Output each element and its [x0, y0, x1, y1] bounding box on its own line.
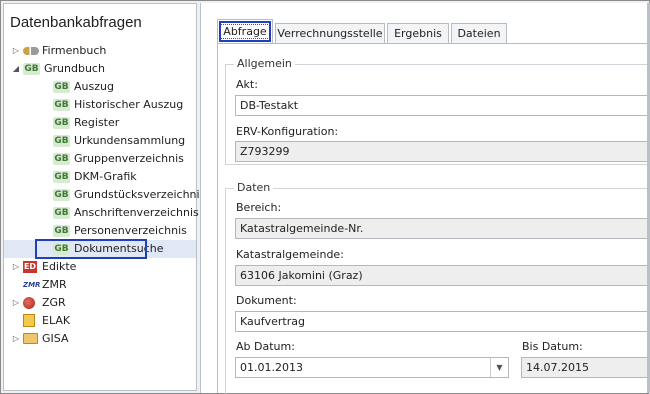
tree-item-label: Grundbuch — [44, 62, 105, 75]
expand-arrow-icon[interactable]: ▷ — [11, 42, 21, 60]
tree-item-label: Historischer Auszug — [74, 98, 184, 111]
dokument-label: Dokument: — [236, 294, 297, 307]
erv-label: ERV-Konfiguration: — [236, 125, 339, 138]
katastralgemeinde-label: Katastralgemeinde: — [236, 248, 344, 261]
gb-icon: GB — [53, 81, 70, 93]
expand-arrow-icon[interactable]: ▷ — [11, 330, 21, 348]
tree-item-label: ELAK — [42, 314, 71, 327]
ab-datum-value: 01.01.2013 — [240, 361, 303, 374]
tree-item-elak[interactable]: ELAK — [4, 312, 196, 330]
navigation-panel: Datenbankabfragen ▷ Firmenbuch ◢ GB Grundbuc… — [3, 3, 205, 391]
tab-label: Verrechnungsstelle — [277, 27, 383, 40]
tree-item-grundstücksverzeichnis[interactable]: GB Grundstücksverzeichnis — [4, 186, 205, 204]
group-legend: Allgemein — [234, 57, 295, 70]
katastralgemeinde-field[interactable]: 63106 Jakomini (Graz) — [235, 265, 650, 286]
tree-item-label: GISA — [42, 332, 69, 345]
gb-icon: GB — [53, 117, 70, 129]
tree-item-label: Personenverzeichnis — [74, 224, 187, 237]
tree-item-urkundensammlung[interactable]: GB Urkundensammlung — [4, 132, 196, 150]
tab-content: Allgemein Akt: DB-Testakt ERV-Konfigurat… — [217, 43, 650, 394]
tab-dateien[interactable]: Dateien — [451, 23, 507, 44]
tab-label: Dateien — [457, 27, 501, 40]
tree-item-zgr[interactable]: ▷ ZGR — [4, 294, 196, 312]
tab-ergebnis[interactable]: Ergebnis — [387, 23, 449, 44]
tree-item-dkm-grafik[interactable]: GB DKM-Grafik — [4, 168, 196, 186]
expand-arrow-icon[interactable]: ▷ — [11, 258, 21, 276]
tree-item-label: Register — [74, 116, 120, 129]
tree-item-zmr[interactable]: ZMR ZMR — [4, 276, 196, 294]
zgr-icon — [23, 297, 35, 309]
folder-icon — [23, 333, 38, 344]
query-panel: Abfrage Verrechnungsstelle Ergebnis Date… — [200, 3, 650, 394]
tab-label: Ergebnis — [394, 27, 442, 40]
group-legend: Daten — [234, 181, 274, 194]
tab-abfrage[interactable]: Abfrage — [217, 19, 273, 44]
gb-icon: GB — [53, 135, 70, 147]
tree-item-gruppenverzeichnis[interactable]: GB Gruppenverzeichnis — [4, 150, 196, 168]
tree-item-label: Auszug — [74, 80, 114, 93]
gb-icon: GB — [53, 207, 70, 219]
tab-verrechnungsstelle[interactable]: Verrechnungsstelle — [275, 23, 385, 44]
navigation-tree: ▷ Firmenbuch ◢ GB Grundbuch GB Auszug GB Histori… — [4, 42, 205, 348]
tree-item-label: DKM-Grafik — [74, 170, 137, 183]
gb-icon: GB — [53, 225, 70, 237]
tree-item-label: Firmenbuch — [42, 44, 107, 57]
tree-item-grundbuch[interactable]: ◢ GB Grundbuch — [4, 60, 196, 78]
edikte-icon: ED — [23, 261, 37, 273]
ab-datum-dropdown[interactable]: 01.01.2013 ▼ — [235, 357, 509, 378]
zmr-icon: ZMR — [23, 281, 41, 289]
bereich-label: Bereich: — [236, 201, 282, 214]
tree-item-historischer-auszug[interactable]: GB Historischer Auszug — [4, 96, 196, 114]
bis-datum-label: Bis Datum: — [522, 340, 583, 353]
gb-icon: GB — [23, 63, 40, 75]
tree-item-edikte[interactable]: ▷ ED Edikte — [4, 258, 196, 276]
erv-field[interactable]: Z793299 — [235, 141, 650, 162]
tree-item-auszug[interactable]: GB Auszug — [4, 78, 196, 96]
collapse-arrow-icon[interactable]: ◢ — [11, 60, 21, 78]
tree-item-label: ZMR — [42, 278, 67, 291]
bis-datum-field[interactable]: 14.07.2015 — [521, 357, 650, 378]
tab-highlight — [219, 21, 271, 42]
panel-title: Datenbankabfragen — [10, 14, 142, 31]
gb-icon: GB — [53, 189, 70, 201]
key-chain-icon — [23, 47, 39, 55]
selection-highlight — [35, 239, 147, 259]
tree-item-label: Grundstücksverzeichnis — [74, 188, 206, 201]
tree-item-label: ZGR — [42, 296, 66, 309]
tree-item-label: Gruppenverzeichnis — [74, 152, 184, 165]
tree-item-anschriftenverzeichnis[interactable]: GB Anschriftenverzeichnis — [4, 204, 199, 222]
tree-item-gisa[interactable]: ▷ GISA — [4, 330, 196, 348]
gb-icon: GB — [53, 171, 70, 183]
ab-datum-label: Ab Datum: — [236, 340, 295, 353]
tree-item-dokumentsuche[interactable]: GB Dokumentsuche — [4, 239, 196, 259]
bereich-field[interactable]: Katastralgemeinde-Nr. — [235, 218, 650, 239]
tree-item-label: Edikte — [42, 260, 77, 273]
gb-icon: GB — [53, 153, 70, 165]
chevron-down-icon[interactable]: ▼ — [490, 358, 508, 377]
tree-item-register[interactable]: GB Register — [4, 114, 196, 132]
gb-icon: GB — [53, 99, 70, 111]
dokument-field[interactable]: Kaufvertrag — [235, 311, 650, 332]
tree-item-label: Anschriftenverzeichnis — [74, 206, 199, 219]
elak-icon — [23, 314, 35, 327]
tree-item-label: Urkundensammlung — [74, 134, 186, 147]
akt-label: Akt: — [236, 78, 258, 91]
akt-field[interactable]: DB-Testakt — [235, 95, 650, 116]
expand-arrow-icon[interactable]: ▷ — [11, 294, 21, 312]
tree-item-firmenbuch[interactable]: ▷ Firmenbuch — [4, 42, 196, 60]
tree-item-personenverzeichnis[interactable]: GB Personenverzeichnis — [4, 222, 196, 240]
window-frame: Datenbankabfragen ▷ Firmenbuch ◢ GB Grundbuc… — [0, 0, 650, 394]
